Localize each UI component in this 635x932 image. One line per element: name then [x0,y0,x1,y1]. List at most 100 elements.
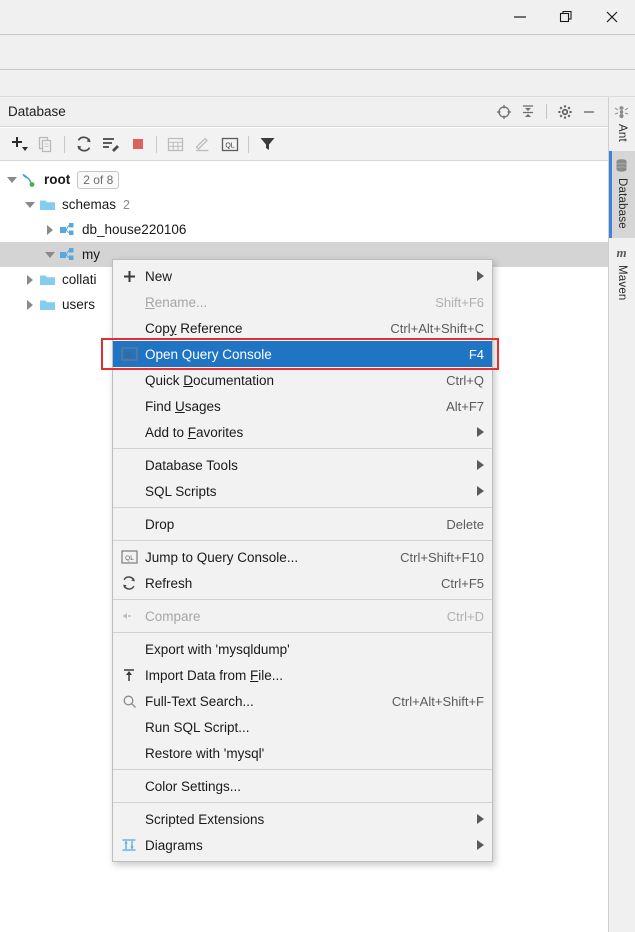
refresh-icon[interactable] [70,131,97,158]
menu-item-label: Drop [145,516,175,532]
menu-item-restore-with-mysql[interactable]: Restore with 'mysql' [113,740,492,766]
gear-icon[interactable] [554,101,576,123]
chevron-right-icon[interactable] [42,222,58,238]
search-icon [119,692,139,710]
menu-item-color-settings[interactable]: Color Settings... [113,773,492,799]
table-icon[interactable] [162,131,189,158]
menu-separator [113,540,492,541]
menu-item-label: Scripted Extensions [145,811,265,827]
menu-item-import-data-from-file[interactable]: Import Data from File... [113,662,492,688]
plus-icon [119,267,139,285]
menu-item-shortcut: Delete [446,516,484,532]
menu-item-export-with-mysqldump[interactable]: Export with 'mysqldump' [113,636,492,662]
menu-item-refresh[interactable]: Refresh Ctrl+F5 [113,570,492,596]
chevron-right-icon[interactable] [22,297,38,313]
menu-item-shortcut: Ctrl+F5 [441,575,484,591]
menu-separator [113,448,492,449]
hide-panel-icon[interactable] [578,101,600,123]
chevron-down-icon[interactable] [42,247,58,263]
svg-text:QL: QL [125,555,134,562]
menu-item-full-text-search[interactable]: Full-Text Search... Ctrl+Alt+Shift+F [113,688,492,714]
duplicate-icon[interactable] [32,131,59,158]
svg-text:m: m [616,245,626,260]
tab-database[interactable]: Database [608,150,635,238]
chevron-down-icon[interactable] [4,172,20,188]
mysql-datasource-icon [20,171,38,189]
chevron-down-icon[interactable] [22,197,38,213]
menu-item-label: Export with 'mysqldump' [145,641,290,657]
menu-item-open-query-console[interactable]: QL Open Query Console F4 [113,341,492,367]
query-console-icon[interactable]: QL [216,131,243,158]
menu-item-shortcut: Ctrl+D [446,608,484,624]
sync-settings-icon[interactable] [97,131,124,158]
folder-icon [38,196,56,214]
menu-item-sql-scripts[interactable]: SQL Scripts [113,478,492,504]
tree-row-root[interactable]: root 2 of 8 [0,167,608,192]
tree-row-schemas[interactable]: schemas 2 [0,192,608,217]
tab-ant[interactable]: Ant [609,97,635,151]
tree-label: my [82,247,100,262]
tree-count: 2 [123,197,130,212]
ide-window: Database QL root 2 of 8 schemas 2 db_hou… [0,0,635,932]
tab-label: Maven [616,264,628,301]
no-icon [119,810,139,828]
tab-label: Database [616,177,628,229]
menu-item-add-to-favorites[interactable]: Add to Favorites [113,419,492,445]
menu-item-label: Jump to Query Console... [145,549,299,565]
tree-label: root [44,172,71,187]
menu-item-shortcut: Ctrl+Shift+F10 [400,549,484,565]
menu-item-shortcut: Shift+F6 [435,294,484,310]
no-icon [119,423,139,441]
no-icon [119,515,139,533]
restore-icon[interactable] [543,0,589,34]
svg-text:QL: QL [225,142,234,149]
menu-item-shortcut: Ctrl+Alt+Shift+F [391,693,484,709]
stop-icon[interactable] [124,131,151,158]
menu-item-label: Database Tools [145,457,238,473]
filter-icon[interactable] [254,131,281,158]
menu-item-new[interactable]: New [113,263,492,289]
toolbar-separator [64,135,65,153]
database-panel-toolbar: QL [0,128,608,161]
menu-item-jump-to-query-console[interactable]: QL Jump to Query Console... Ctrl+Shift+F10 [113,544,492,570]
menu-item-scripted-extensions[interactable]: Scripted Extensions [113,806,492,832]
no-icon [119,319,139,337]
folder-icon [38,296,56,314]
menu-item-rename: Rename... Shift+F6 [113,289,492,315]
schema-icon [58,221,76,239]
folder-icon [38,271,56,289]
menu-item-label: Restore with 'mysql' [145,745,265,761]
ant-icon [614,104,630,120]
context-menu[interactable]: New Rename... Shift+F6 Copy Reference Ctrl+A… [112,259,493,862]
menu-item-find-usages[interactable]: Find Usages Alt+F7 [113,393,492,419]
edit-icon[interactable] [189,131,216,158]
close-icon[interactable] [589,0,635,34]
menu-item-label: Color Settings... [145,778,242,794]
menu-item-compare: Compare Ctrl+D [113,603,492,629]
menu-item-label: Copy Reference [145,320,243,336]
collapse-all-icon[interactable] [517,101,539,123]
menu-item-run-sql-script[interactable]: Run SQL Script... [113,714,492,740]
status-badge: 2 of 8 [77,170,120,189]
no-icon [119,397,139,415]
menu-item-label: Import Data from File... [145,667,284,683]
menu-item-copy-reference[interactable]: Copy Reference Ctrl+Alt+Shift+C [113,315,492,341]
menu-item-shortcut: Alt+F7 [446,398,484,414]
chevron-right-icon[interactable] [22,272,38,288]
toolbar-separator [248,135,249,153]
menu-item-diagrams[interactable]: Diagrams [113,832,492,858]
tab-maven[interactable]: m Maven [609,238,635,310]
minimize-icon[interactable] [497,0,543,34]
menu-item-drop[interactable]: Drop Delete [113,511,492,537]
tree-row-db-house[interactable]: db_house220106 [0,217,608,242]
no-icon [119,640,139,658]
chevron-right-icon [477,271,484,281]
menu-item-database-tools[interactable]: Database Tools [113,452,492,478]
menu-item-label: Refresh [145,575,193,591]
menu-item-quick-documentation[interactable]: Quick Documentation Ctrl+Q [113,367,492,393]
tree-label: db_house220106 [82,222,187,237]
add-icon[interactable] [5,131,32,158]
window-titlebar [0,0,635,35]
menu-item-label: Run SQL Script... [145,719,250,735]
locate-icon[interactable] [493,101,515,123]
